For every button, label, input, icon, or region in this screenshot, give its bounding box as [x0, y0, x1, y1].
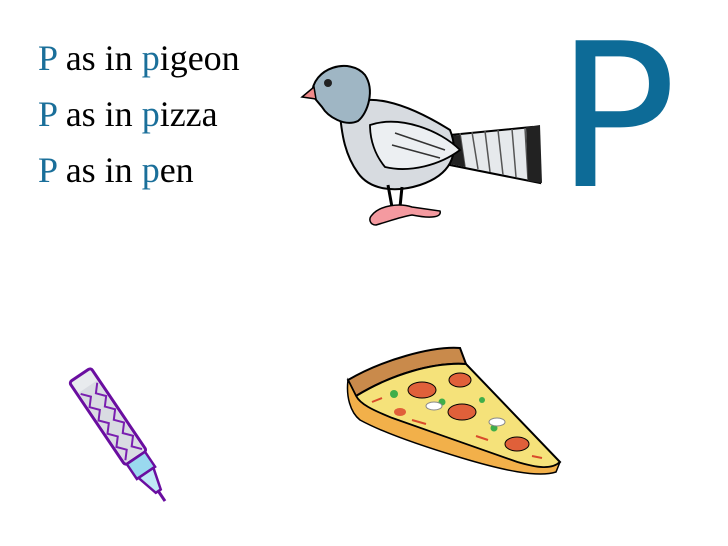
letter-p: P	[38, 94, 57, 134]
word-rest: izza	[159, 94, 218, 134]
letter-p: P	[38, 150, 57, 190]
phonics-line-pigeon: P as in pigeon	[38, 30, 240, 86]
word-rest: igeon	[159, 38, 240, 78]
phrase-text: as in	[56, 150, 142, 190]
initial-letter: p	[141, 38, 160, 78]
word-rest: en	[159, 150, 194, 190]
big-letter-p: P	[556, 1, 677, 234]
initial-letter: p	[141, 150, 160, 190]
pen-illustration	[68, 367, 167, 502]
phrase-text: as in	[56, 94, 142, 134]
initial-letter: p	[141, 94, 160, 134]
pigeon-illustration	[300, 65, 542, 226]
letter-p: P	[38, 38, 57, 78]
phonics-line-pizza: P as in pizza	[38, 86, 240, 142]
pizza-slice-illustration	[346, 346, 562, 475]
phrase-text: as in	[56, 38, 142, 78]
phonics-list: P as in pigeon P as in pizza P as in pen	[38, 30, 240, 198]
phonics-line-pen: P as in pen	[38, 142, 240, 198]
